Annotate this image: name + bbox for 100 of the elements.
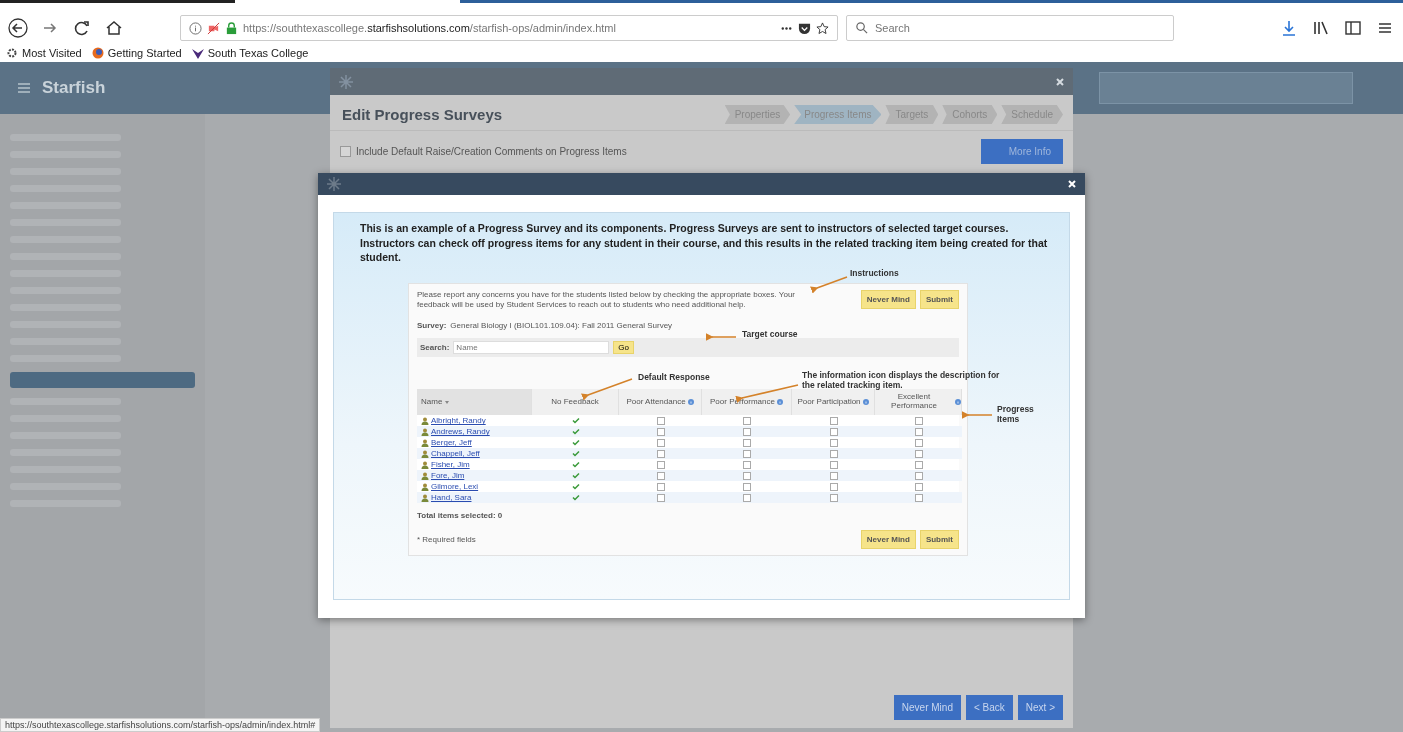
starfish-icon bbox=[326, 176, 342, 192]
checkbox[interactable] bbox=[656, 493, 665, 502]
checkbox[interactable] bbox=[914, 427, 923, 436]
reload-icon[interactable] bbox=[72, 18, 92, 38]
student-search-field[interactable] bbox=[1099, 72, 1353, 104]
person-icon bbox=[421, 460, 429, 469]
info-icon[interactable] bbox=[687, 399, 694, 406]
checkbox[interactable] bbox=[340, 146, 351, 157]
column-header[interactable]: Name bbox=[417, 389, 532, 416]
annotation-text: Progress Items bbox=[997, 405, 1035, 425]
person-icon bbox=[421, 482, 429, 491]
survey-button[interactable]: Never Mind bbox=[860, 530, 916, 550]
url-text: https://southtexascollege.starfishsolutions.com/starfish-ops/admin/index.html bbox=[243, 22, 616, 34]
back-icon[interactable] bbox=[8, 18, 28, 38]
close-icon[interactable] bbox=[1055, 76, 1065, 87]
checkbox[interactable] bbox=[914, 482, 923, 491]
search-field[interactable]: Search bbox=[846, 15, 1174, 41]
annotation-text: Target course bbox=[742, 330, 798, 340]
checkbox[interactable] bbox=[743, 449, 751, 458]
checkbox[interactable] bbox=[656, 482, 665, 491]
dialog-title: Edit Progress Surveys bbox=[342, 106, 503, 123]
bookmark-link[interactable]: South Texas College bbox=[191, 47, 309, 59]
checkbox[interactable] bbox=[914, 416, 923, 425]
lock-icon bbox=[225, 21, 238, 35]
footer-button[interactable]: < Back bbox=[965, 695, 1013, 720]
checkbox[interactable] bbox=[829, 471, 838, 480]
checkbox[interactable] bbox=[743, 482, 751, 491]
arrow-icon bbox=[708, 333, 738, 342]
globe-icon bbox=[91, 47, 104, 59]
app-name: Starfish bbox=[42, 78, 106, 98]
annotation-text: The information icon displays the description for the related tracking item. bbox=[802, 371, 1001, 391]
column-header[interactable]: Poor Performance bbox=[702, 389, 792, 416]
checkbox[interactable] bbox=[656, 438, 665, 447]
checkbox[interactable] bbox=[743, 493, 751, 502]
starfish-icon bbox=[338, 73, 354, 90]
checkbox[interactable] bbox=[829, 482, 838, 491]
column-header[interactable]: Poor Participation bbox=[792, 389, 875, 416]
student-link[interactable]: Berger, Jeff bbox=[431, 438, 472, 448]
checkbox[interactable] bbox=[914, 460, 923, 469]
checkbox[interactable] bbox=[829, 460, 838, 469]
info-icon[interactable] bbox=[189, 21, 202, 35]
footer-button[interactable]: Never Mind bbox=[893, 695, 961, 720]
checkbox[interactable] bbox=[829, 416, 838, 425]
person-icon bbox=[421, 471, 429, 480]
address-bar[interactable]: https://southtexascollege.starfishsolutions.com/starfish-ops/admin/index.html bbox=[180, 15, 838, 41]
checkbox[interactable] bbox=[743, 471, 751, 480]
arrow-icon bbox=[964, 411, 994, 420]
survey-course: General Biology I (BIOL101.109.04): Fall 2011 General Survey bbox=[450, 321, 673, 331]
checkbox[interactable] bbox=[914, 493, 923, 502]
bird-icon bbox=[191, 47, 204, 59]
sort-icon bbox=[444, 399, 451, 406]
checkbox[interactable] bbox=[656, 416, 665, 425]
status-url: https://southtexascollege.starfishsolutions.com/starfish-ops/admin/index.html# bbox=[0, 718, 321, 732]
blocked-media-icon[interactable] bbox=[207, 21, 220, 35]
person-icon bbox=[421, 416, 429, 425]
survey-label: Survey: bbox=[417, 321, 447, 331]
name-search-field[interactable]: Name bbox=[453, 341, 610, 355]
person-icon bbox=[421, 438, 429, 447]
survey-button[interactable]: Submit bbox=[919, 530, 959, 550]
checkbox[interactable] bbox=[829, 438, 838, 447]
student-link[interactable]: Albright, Randy bbox=[431, 416, 486, 426]
checkbox[interactable] bbox=[914, 471, 923, 480]
checkbox[interactable] bbox=[656, 449, 665, 458]
column-header[interactable]: No Feedback bbox=[532, 389, 619, 416]
checkbox[interactable] bbox=[656, 427, 665, 436]
checkbox[interactable] bbox=[656, 471, 665, 480]
checkbox[interactable] bbox=[829, 493, 838, 502]
checkbox[interactable] bbox=[743, 416, 751, 425]
bookmark-link[interactable]: Getting Started bbox=[91, 47, 182, 59]
checkbox[interactable] bbox=[829, 427, 838, 436]
info-icon[interactable] bbox=[776, 399, 783, 406]
person-icon bbox=[421, 449, 429, 458]
sidebar-icon[interactable] bbox=[1343, 18, 1363, 38]
checkbox[interactable] bbox=[743, 460, 751, 469]
info-icon[interactable] bbox=[955, 399, 961, 406]
checkbox[interactable] bbox=[743, 438, 751, 447]
pocket-icon[interactable] bbox=[798, 21, 811, 35]
annotation-text: Instructions bbox=[850, 269, 899, 279]
student-link[interactable]: Gilmore, Lexi bbox=[431, 482, 479, 492]
survey-button[interactable]: Submit bbox=[919, 290, 959, 310]
checkbox[interactable] bbox=[829, 449, 838, 458]
info-icon[interactable] bbox=[862, 399, 869, 406]
footer-button[interactable]: Next > bbox=[1017, 695, 1063, 720]
column-header[interactable]: Poor Attendance bbox=[619, 389, 702, 416]
checkbox[interactable] bbox=[743, 427, 751, 436]
go-button[interactable]: Go bbox=[613, 341, 635, 355]
column-header[interactable]: Excellent Performance bbox=[875, 389, 962, 416]
checkbox-label: Include Default Raise/Creation Comments on Progress Items bbox=[356, 146, 627, 157]
arrow-icon bbox=[813, 275, 849, 292]
gear-icon bbox=[6, 47, 18, 59]
bookmark-link[interactable]: Most Visited bbox=[6, 47, 82, 59]
student-link[interactable]: Fisher, Jim bbox=[431, 460, 470, 470]
star-icon[interactable] bbox=[816, 21, 829, 35]
person-icon bbox=[421, 493, 429, 502]
checkbox[interactable] bbox=[656, 460, 665, 469]
home-icon[interactable] bbox=[104, 18, 124, 38]
survey-button[interactable]: Never Mind bbox=[860, 290, 916, 310]
arrow-icon bbox=[584, 377, 634, 400]
checkbox[interactable] bbox=[914, 449, 923, 458]
checkbox[interactable] bbox=[914, 438, 923, 447]
